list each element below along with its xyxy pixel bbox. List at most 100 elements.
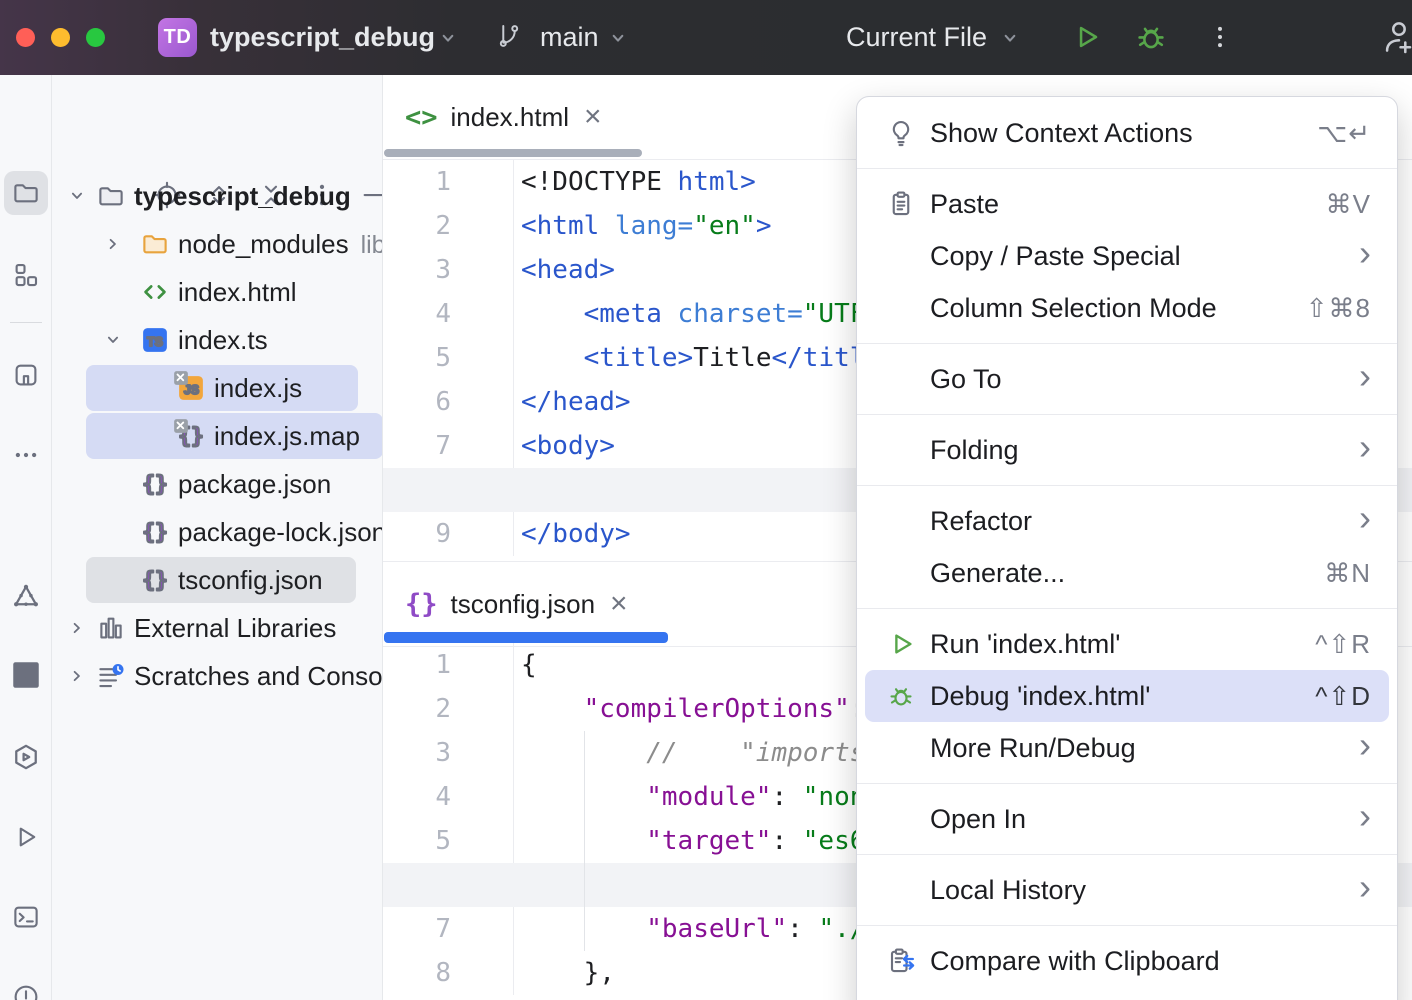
tree-item-scratches-and-consoles[interactable]: Scratches and Consoles: [52, 652, 382, 700]
line-number[interactable]: 2: [383, 687, 514, 731]
tree-item-external-libraries[interactable]: External Libraries: [52, 604, 382, 652]
chevron-down-icon: [605, 25, 631, 51]
tree-item-label: tsconfig.json: [178, 556, 323, 604]
menu-item-folding[interactable]: Folding›: [857, 424, 1397, 476]
menu-item-local-history[interactable]: Local History›: [857, 864, 1397, 916]
line-number[interactable]: 6: [383, 380, 514, 424]
menu-item-go-to[interactable]: Go To›: [857, 353, 1397, 405]
tool-stripe-button-graphql[interactable]: [4, 575, 48, 619]
code-text[interactable]: <body>: [514, 424, 615, 468]
line-number[interactable]: 1: [383, 643, 514, 687]
code-text[interactable]: <title>Title</title>: [514, 336, 897, 380]
map-file-icon: {}: [176, 421, 206, 451]
line-number[interactable]: 4: [383, 292, 514, 336]
chevron-down-icon[interactable]: [100, 327, 126, 353]
editor-context-menu: Show Context Actions⌥↵ Paste⌘VCopy / Past…: [856, 96, 1398, 1000]
tool-stripe-button-folder[interactable]: [4, 171, 48, 215]
line-number[interactable]: 1: [383, 160, 514, 204]
code-text[interactable]: "target": "es6",: [514, 819, 897, 863]
json-file-icon: {}: [140, 565, 170, 595]
tool-stripe-button-more-horizontal[interactable]: [4, 433, 48, 477]
indent-guide: [584, 731, 585, 951]
tool-stripe-button-typescript-tool[interactable]: TS: [4, 653, 48, 697]
code-text[interactable]: },: [514, 951, 615, 995]
tool-stripe-button-problems[interactable]: [4, 975, 48, 1000]
code-text[interactable]: // "imports: [514, 731, 865, 775]
tool-stripe-button-components[interactable]: [4, 253, 48, 297]
line-number[interactable]: 8: [383, 951, 514, 995]
project-switcher[interactable]: typescript_debug: [210, 0, 435, 75]
line-number[interactable]: 5: [383, 819, 514, 863]
chevron-down-icon[interactable]: [64, 183, 90, 209]
line-number[interactable]: 3: [383, 731, 514, 775]
line-number[interactable]: 9: [383, 512, 514, 556]
branch-selector[interactable]: main: [540, 0, 599, 75]
compare-clipboard-icon: [886, 946, 916, 976]
menu-item-copy-paste-special[interactable]: Copy / Paste Special›: [857, 230, 1397, 282]
menu-item-debug-index-html[interactable]: Debug 'index.html'^⇧D: [865, 670, 1389, 722]
tab-scrollbar-thumb[interactable]: [384, 149, 642, 157]
menu-item-column-selection-mode[interactable]: Column Selection Mode⇧⌘8: [857, 282, 1397, 334]
menu-item-run-index-html[interactable]: Run 'index.html'^⇧R: [857, 618, 1397, 670]
code-text[interactable]: <html lang="en">: [514, 204, 771, 248]
line-number[interactable]: 5: [383, 336, 514, 380]
tree-item-package-json[interactable]: {}package.json: [52, 460, 382, 508]
menu-divider: [857, 168, 1397, 169]
debug-button[interactable]: [1133, 19, 1169, 55]
zoom-window-button[interactable]: [86, 28, 105, 47]
close-window-button[interactable]: [16, 28, 35, 47]
menu-item-generate[interactable]: Generate...⌘N: [857, 547, 1397, 599]
chevron-right-icon[interactable]: [100, 231, 126, 257]
chevron-right-icon[interactable]: [64, 615, 90, 641]
code-text[interactable]: "module": "none",: [514, 775, 912, 819]
menu-item-show-context-actions[interactable]: Show Context Actions⌥↵: [857, 107, 1397, 159]
code-text[interactable]: </head>: [514, 380, 631, 424]
tool-stripe-button-services[interactable]: [4, 735, 48, 779]
tree-item-typescript-debug[interactable]: typescript_debug: [52, 172, 382, 220]
line-number[interactable]: 7: [383, 424, 514, 468]
menu-item-open-in[interactable]: Open In›: [857, 793, 1397, 845]
code-text[interactable]: <!DOCTYPE html>: [514, 160, 756, 204]
project-badge[interactable]: TD: [158, 18, 197, 57]
menu-item-label: Paste: [930, 189, 1326, 220]
active-tab-indicator: [384, 632, 668, 643]
menu-item-paste[interactable]: Paste⌘V: [857, 178, 1397, 230]
run-button[interactable]: [1070, 21, 1102, 53]
add-user-button[interactable]: [1376, 18, 1412, 56]
tree-item-package-lock-json[interactable]: {}package-lock.json: [52, 508, 382, 556]
chevron-right-icon[interactable]: [64, 663, 90, 689]
run-configuration-selector[interactable]: Current File: [846, 0, 987, 75]
tree-item-index-js[interactable]: JSindex.js: [52, 364, 382, 412]
code-text[interactable]: <head>: [514, 248, 615, 292]
submenu-chevron-icon: ›: [1359, 376, 1371, 382]
tree-item-index-js-map[interactable]: {}index.js.map: [52, 412, 382, 460]
code-text[interactable]: "baseUrl": "./",: [514, 907, 897, 951]
tab-index-html[interactable]: <> index.html ×: [405, 75, 604, 159]
menu-item-more-run-debug[interactable]: More Run/Debug›: [857, 722, 1397, 774]
tab-label: index.html: [451, 102, 570, 133]
tool-stripe-button-run-tool[interactable]: [4, 815, 48, 859]
line-number[interactable]: 4: [383, 775, 514, 819]
line-number[interactable]: 7: [383, 907, 514, 951]
more-actions-button[interactable]: [1205, 22, 1235, 52]
tree-item-index-html[interactable]: index.html: [52, 268, 382, 316]
tree-item-node-modules[interactable]: node_moduleslibrary root: [52, 220, 382, 268]
paste-icon: [886, 189, 916, 219]
minimize-window-button[interactable]: [51, 28, 70, 47]
problems-icon: [11, 982, 41, 1000]
close-icon[interactable]: ×: [582, 102, 604, 132]
code-text[interactable]: </body>: [514, 512, 631, 556]
menu-item-refactor[interactable]: Refactor›: [857, 495, 1397, 547]
close-icon[interactable]: ×: [608, 589, 630, 619]
tree-item-label: node_moduleslibrary root: [178, 220, 383, 269]
menu-divider: [857, 608, 1397, 609]
code-text[interactable]: {: [514, 643, 537, 687]
tree-item-tsconfig-json[interactable]: {} tsconfig.json: [52, 556, 382, 604]
code-text[interactable]: "compilerOptions": {: [514, 687, 897, 731]
tree-item-index-ts[interactable]: TSindex.ts: [52, 316, 382, 364]
line-number[interactable]: 3: [383, 248, 514, 292]
tool-stripe-button-bookmarks[interactable]: [4, 353, 48, 397]
menu-item-compare-with-clipboard[interactable]: Compare with Clipboard: [857, 935, 1397, 987]
tool-stripe-button-terminal[interactable]: [4, 895, 48, 939]
line-number[interactable]: 2: [383, 204, 514, 248]
